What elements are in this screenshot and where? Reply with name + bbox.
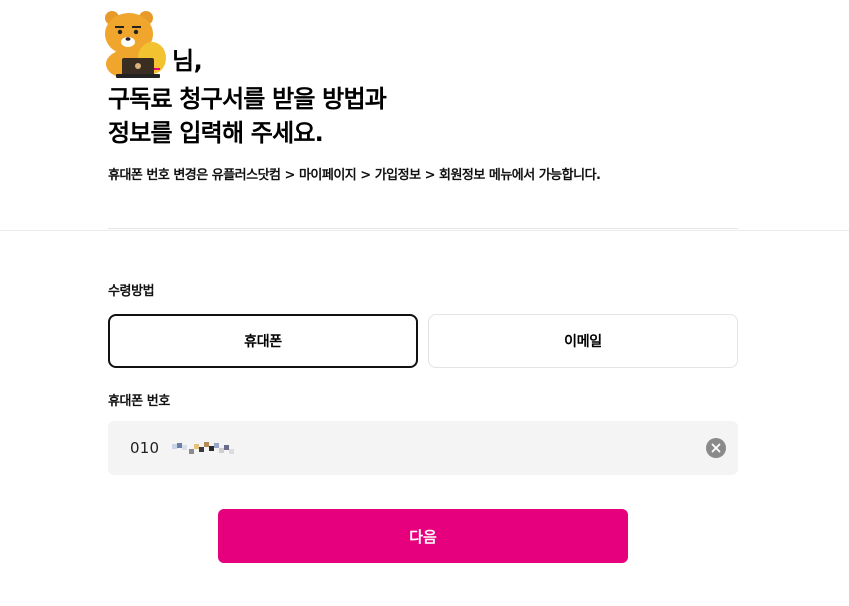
section-divider-inner xyxy=(108,228,738,229)
method-email-button[interactable]: 이메일 xyxy=(428,314,738,368)
greeting-line: 님, xyxy=(105,8,748,80)
clear-icon[interactable] xyxy=(706,438,726,458)
phone-number-label: 휴대폰 번호 xyxy=(108,394,170,409)
masked-digits xyxy=(172,440,234,454)
billing-method-page: 님, 구독료 청구서를 받을 방법과 정보를 입력해 주세요. 휴대폰 번호 변… xyxy=(0,0,849,606)
section-divider xyxy=(0,230,849,231)
receive-method-options: 휴대폰 이메일 xyxy=(108,314,738,368)
greeting-block: 님, 구독료 청구서를 받을 방법과 정보를 입력해 주세요. 휴대폰 번호 변… xyxy=(105,8,748,183)
phone-number-field[interactable]: 010 xyxy=(108,421,738,475)
receive-method-label: 수령방법 xyxy=(108,284,155,299)
billing-form: 수령방법 휴대폰 이메일 휴대폰 번호 010 xyxy=(108,280,738,475)
page-title-line-1: 구독료 청구서를 받을 방법과 xyxy=(108,85,387,113)
phone-number-value: 010 xyxy=(130,439,160,457)
avatar xyxy=(105,11,166,78)
name-suffix: 님, xyxy=(172,47,203,75)
next-button[interactable]: 다음 xyxy=(218,509,628,563)
page-title-line-2: 정보를 입력해 주세요. xyxy=(108,119,324,147)
method-phone-button[interactable]: 휴대폰 xyxy=(108,314,418,368)
phone-change-note: 휴대폰 번호 변경은 유플러스닷컴 > 마이페이지 > 가입정보 > 회원정보 … xyxy=(108,168,601,183)
